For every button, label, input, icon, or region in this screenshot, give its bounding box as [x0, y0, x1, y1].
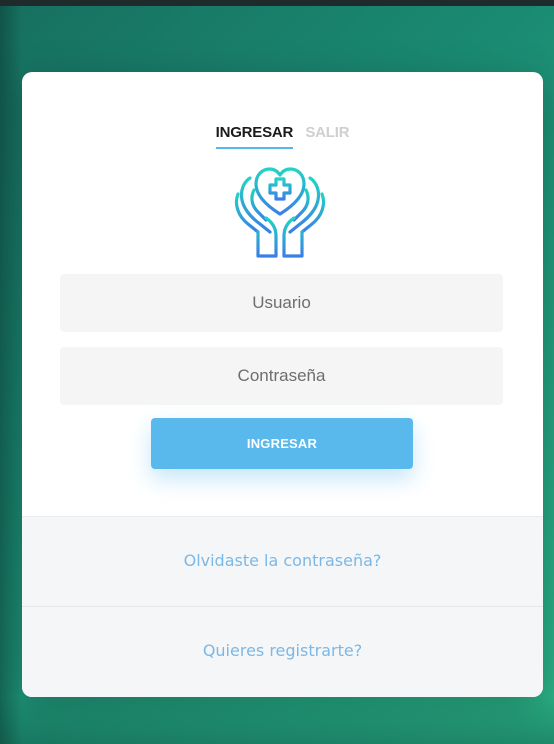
forgot-password-link[interactable]: Olvidaste la contraseña? [22, 551, 543, 570]
hands-heart-cross-icon [234, 167, 326, 258]
footer-divider-top [22, 516, 543, 517]
tab-salir[interactable]: SALIR [305, 124, 349, 147]
window-top-edge [0, 0, 554, 6]
login-card: INGRESAR SALIR INGRESAR [22, 72, 543, 697]
background-shade-bottom [0, 696, 554, 744]
card-footer: Olvidaste la contraseña? Quieres registr… [22, 516, 543, 697]
tab-ingresar[interactable]: INGRESAR [215, 124, 293, 149]
footer-divider [22, 606, 543, 607]
username-input[interactable] [60, 274, 503, 332]
login-button[interactable]: INGRESAR [151, 418, 413, 469]
auth-tabs: INGRESAR SALIR [22, 124, 543, 152]
password-input[interactable] [60, 347, 503, 405]
background-shade-left [0, 6, 22, 744]
register-link[interactable]: Quieres registrarte? [22, 641, 543, 660]
